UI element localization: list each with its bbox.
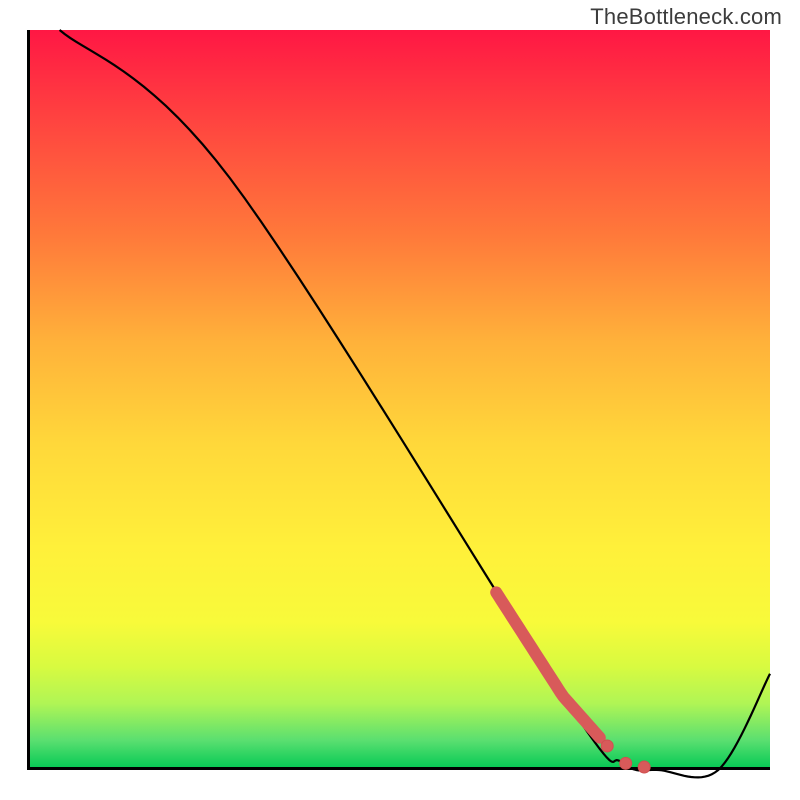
highlight-dot-0 [601, 740, 613, 752]
highlight-dot-2 [638, 761, 650, 773]
highlight-segment [496, 592, 600, 737]
chart-frame: TheBottleneck.com [0, 0, 800, 800]
highlight-dot-1 [620, 757, 632, 769]
bottleneck-curve [60, 30, 770, 777]
plot-overlay [30, 30, 770, 770]
watermark-text: TheBottleneck.com [590, 4, 782, 30]
